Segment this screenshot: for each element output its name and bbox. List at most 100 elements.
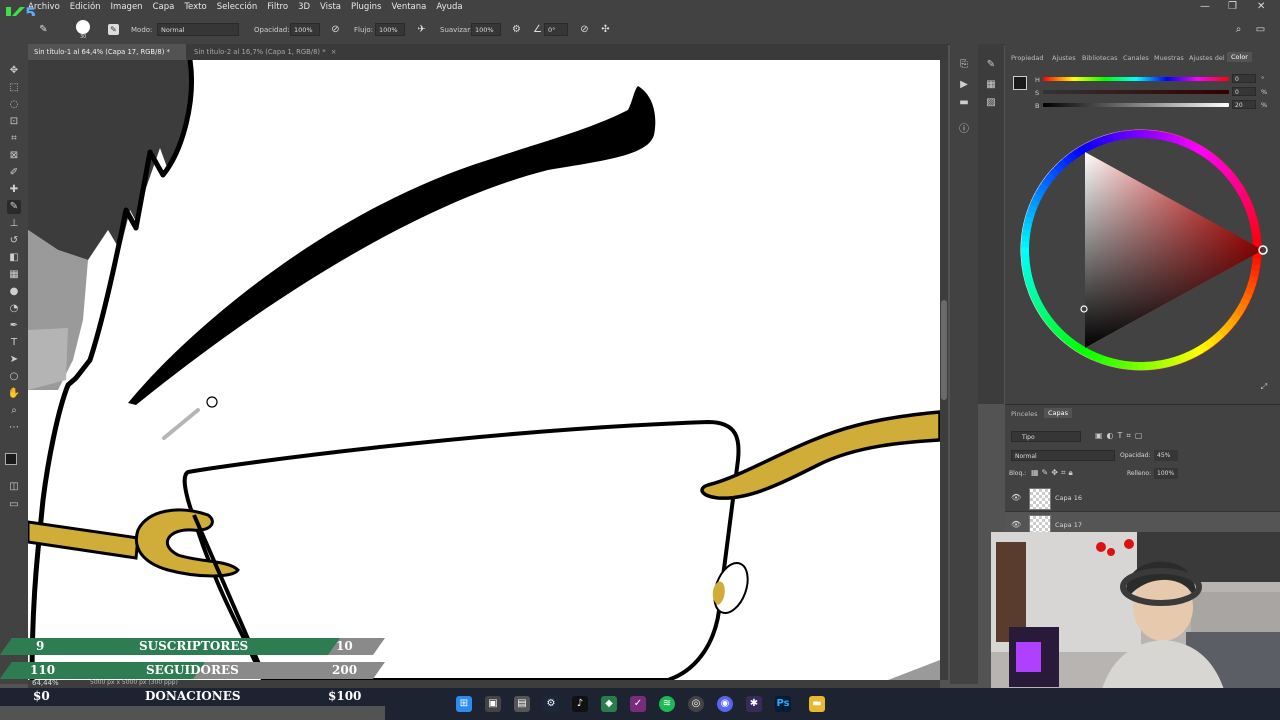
hue-value[interactable]: 0 (1232, 74, 1256, 83)
menu-imagen[interactable]: Imagen (111, 2, 143, 12)
dodge-tool-icon[interactable]: ◔ (7, 302, 21, 316)
foreground-color-swatch[interactable] (5, 453, 17, 465)
menu-filtro[interactable]: Filtro (267, 2, 288, 12)
zoom-tool-icon[interactable]: ⌕ (7, 404, 21, 418)
menu-3d[interactable]: 3D (298, 2, 310, 12)
canvas[interactable] (28, 60, 940, 680)
layer-filter-icons[interactable]: ▣◐T⌗▢ (1095, 431, 1147, 441)
shape-tool-icon[interactable]: ○ (7, 370, 21, 384)
spotify-icon[interactable]: ≋ (659, 696, 675, 712)
eyedropper-icon[interactable]: ✐ (7, 166, 21, 180)
panel-expand-icon[interactable]: ⤢ (1257, 380, 1271, 394)
more-tools-icon[interactable]: ⋯ (7, 421, 21, 435)
tiktok-icon[interactable]: ♪ (572, 696, 588, 712)
angle-input[interactable]: 0° (544, 23, 568, 36)
vertical-scroll-thumb[interactable] (941, 300, 947, 400)
mode-select[interactable]: Normal (157, 23, 239, 36)
fg-color-swatch[interactable] (1013, 76, 1027, 90)
tab-bibliotecas[interactable]: Bibliotecas (1082, 54, 1117, 62)
minimize-button[interactable]: — (1200, 1, 1210, 12)
visibility-eye-icon[interactable]: 👁︎ (1011, 520, 1021, 529)
lasso-tool-icon[interactable]: ◌ (7, 98, 21, 112)
menu-edicion[interactable]: Edición (70, 2, 101, 12)
brush-settings-icon[interactable]: ✎ (108, 24, 119, 35)
crop-tool-icon[interactable]: ⌗ (7, 132, 21, 146)
eraser-tool-icon[interactable]: ◧ (7, 251, 21, 265)
comments-icon[interactable]: ▬ (957, 96, 971, 110)
tab-color[interactable]: Color (1227, 52, 1252, 62)
workspace-icon[interactable]: ▭ (1255, 24, 1266, 35)
patterns-icon[interactable]: ▨ (984, 96, 998, 110)
type-tool-icon[interactable]: T (7, 336, 21, 350)
blend-mode-select[interactable]: Normal (1011, 450, 1115, 461)
discord-icon[interactable]: ◉ (717, 696, 733, 712)
pressure-size-icon[interactable]: ⊘ (579, 24, 590, 35)
menu-seleccion[interactable]: Selección (217, 2, 258, 12)
close-window-button[interactable]: ✕ (1257, 1, 1265, 12)
play-actions-icon[interactable]: ▶ (957, 78, 971, 92)
tab-muestras[interactable]: Muestras (1154, 54, 1184, 62)
chrome-icon[interactable]: ◎ (688, 696, 704, 712)
tab-propiedades[interactable]: Propiedad (1011, 54, 1043, 62)
tab-ajustes-del[interactable]: Ajustes del (1189, 54, 1225, 62)
opacity-input[interactable]: 100% (290, 23, 320, 36)
menu-texto[interactable]: Texto (184, 2, 206, 12)
tab-canales[interactable]: Canales (1123, 54, 1149, 62)
tab-ajustes[interactable]: Ajustes (1052, 54, 1076, 62)
healing-brush-icon[interactable]: ✚ (7, 183, 21, 197)
photoshop-icon[interactable]: Ps (775, 696, 791, 712)
visibility-eye-icon[interactable]: 👁︎ (1011, 493, 1021, 502)
symmetry-icon[interactable]: ✣ (600, 24, 611, 35)
tab-pinceles[interactable]: Pinceles (1011, 410, 1037, 418)
brightness-slider[interactable] (1043, 103, 1229, 107)
tab-document-1[interactable]: Sin título-1 al 64,4% (Capa 17, RGB/8) *… (28, 44, 186, 72)
object-select-icon[interactable]: ⊡ (7, 115, 21, 129)
history-brush-icon[interactable]: ↺ (7, 234, 21, 248)
marquee-tool-icon[interactable]: ⬚ (7, 81, 21, 95)
explorer-icon[interactable]: ▣ (485, 696, 501, 712)
info-icon[interactable]: ⓘ (957, 123, 971, 137)
streamlabs-icon[interactable]: ✓ (630, 696, 646, 712)
smoothing-settings-icon[interactable]: ⚙ (511, 24, 522, 35)
grid-panel-icon[interactable]: ▦ (984, 78, 998, 92)
screen-mode-icon[interactable]: ▭ (7, 498, 21, 512)
menu-ventana[interactable]: Ventana (391, 2, 426, 12)
move-tool-icon[interactable]: ✥ (7, 64, 21, 78)
hue-slider[interactable] (1043, 77, 1229, 81)
saturation-slider[interactable] (1043, 90, 1229, 94)
history-icon[interactable]: ⎘ (957, 58, 971, 72)
tab-close-icon[interactable]: × (331, 48, 337, 56)
brush-tool-icon[interactable]: ✎ (7, 200, 21, 214)
quick-mask-icon[interactable]: ◫ (7, 480, 21, 494)
steam-icon[interactable]: ⚙ (543, 696, 559, 712)
search-icon[interactable]: ⌕ (1233, 24, 1244, 35)
menu-ayuda[interactable]: Ayuda (436, 2, 462, 12)
airbrush-icon[interactable]: ✈ (416, 24, 427, 35)
gradient-tool-icon[interactable]: ▦ (7, 268, 21, 282)
brush-preset-icon[interactable] (76, 20, 90, 34)
menu-vista[interactable]: Vista (320, 2, 341, 12)
maximize-button[interactable]: ❐ (1228, 1, 1237, 12)
windows-icon[interactable]: ⊞ (456, 696, 472, 712)
smoothing-input[interactable]: 100% (471, 23, 501, 36)
layer-filter-select[interactable]: Tipo (1011, 431, 1081, 442)
tab-capas[interactable]: Capas (1044, 408, 1073, 418)
pressure-opacity-icon[interactable]: ⊘ (330, 24, 341, 35)
blur-tool-icon[interactable]: ● (7, 285, 21, 299)
pen-tool-icon[interactable]: ✒ (7, 319, 21, 333)
layer-name[interactable]: Capa 16 (1055, 494, 1082, 502)
tab-document-2[interactable]: Sin título-2 al 16,7% (Capa 1, RGB/8) * … (188, 44, 345, 60)
lock-icons[interactable]: ▦✎✥⌗🔒︎ (1031, 468, 1076, 478)
color-wheel[interactable] (1013, 120, 1269, 380)
hand-tool-icon[interactable]: ✋ (7, 387, 21, 401)
layer-row[interactable]: 👁︎ Capa 16 (1005, 485, 1280, 512)
zoom-level[interactable]: 64,44% (32, 679, 59, 687)
brush-panel-icon[interactable]: ✎ (984, 58, 998, 72)
saturation-value[interactable]: 0 (1232, 87, 1256, 96)
menu-plugins[interactable]: Plugins (351, 2, 381, 12)
app-icon[interactable]: ◆ (601, 696, 617, 712)
path-select-icon[interactable]: ➤ (7, 353, 21, 367)
obs-icon[interactable]: ✱ (746, 696, 762, 712)
brightness-value[interactable]: 20 (1232, 100, 1256, 109)
layer-fill-input[interactable]: 100% (1154, 468, 1178, 479)
